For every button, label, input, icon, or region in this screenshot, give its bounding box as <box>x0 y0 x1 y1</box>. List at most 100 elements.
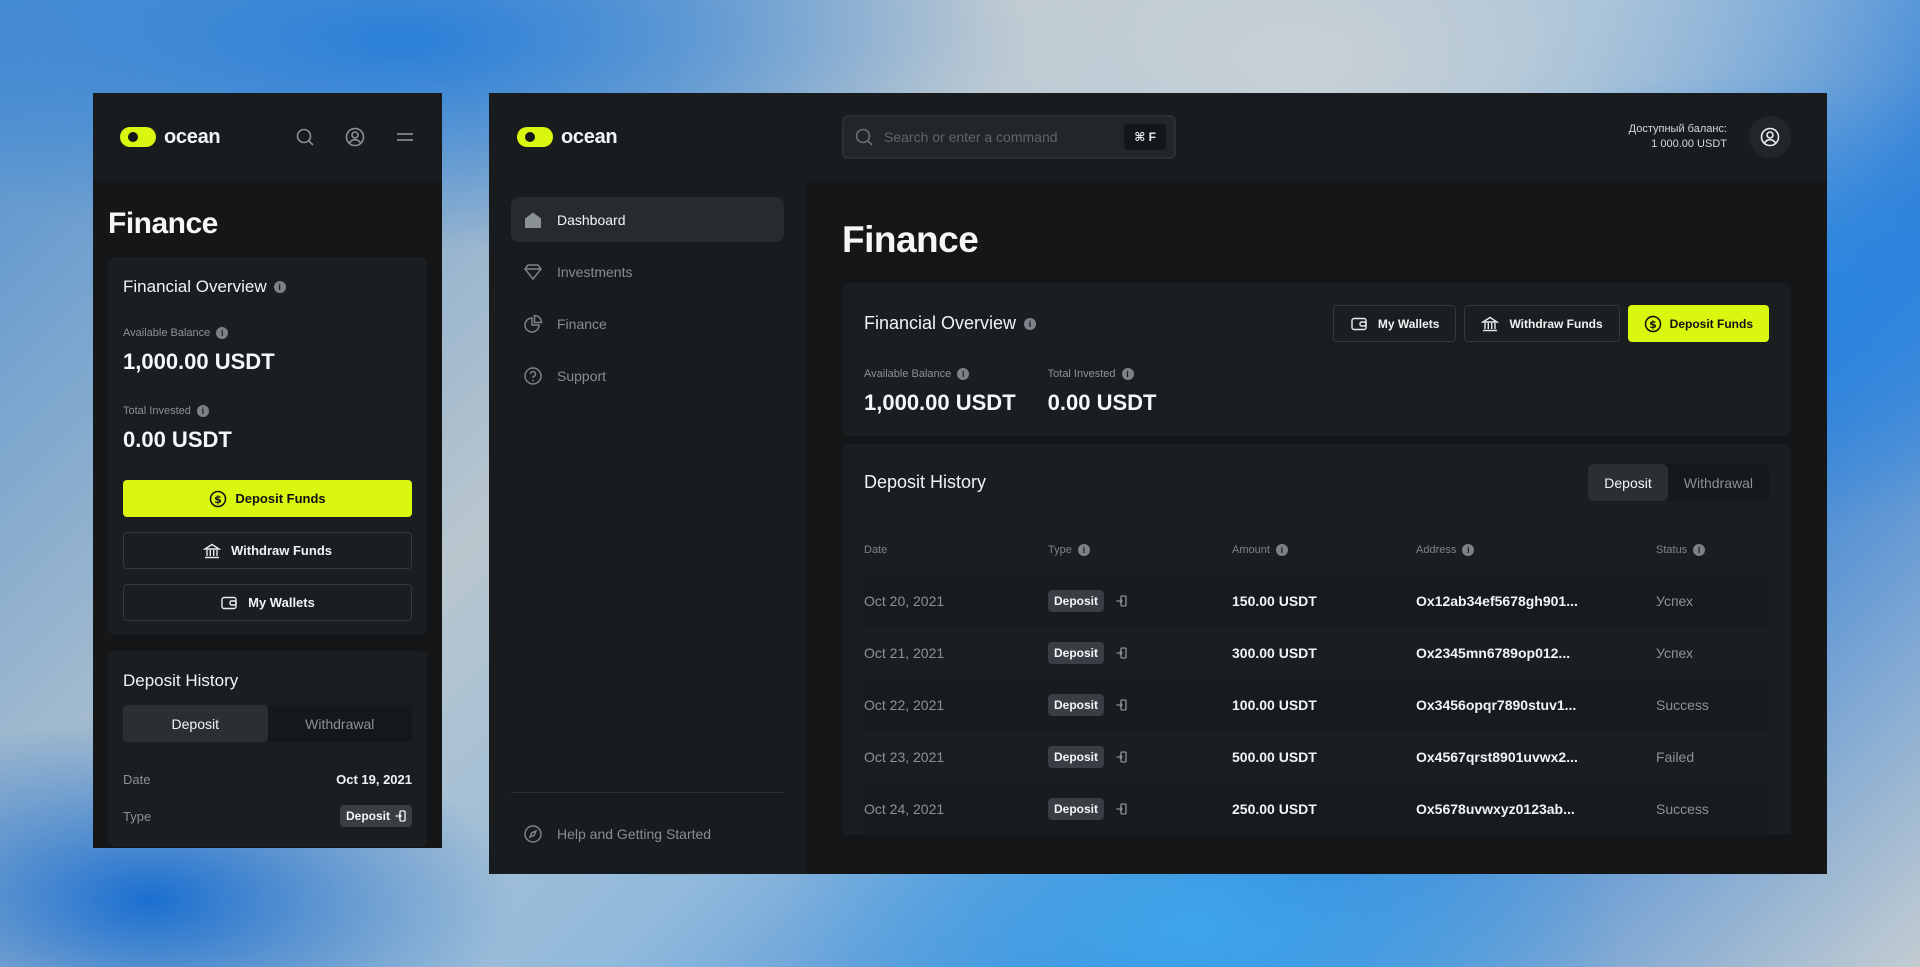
row-amount: 250.00 USDT <box>1232 783 1416 835</box>
search-input[interactable] <box>884 129 1115 145</box>
column-date[interactable]: Date <box>864 539 1048 575</box>
my-wallets-label: My Wallets <box>1377 316 1440 331</box>
info-icon[interactable]: i <box>216 327 229 339</box>
login-icon <box>395 810 406 822</box>
row-type: Deposit <box>1048 627 1232 679</box>
mobile-header: ocean <box>93 93 442 181</box>
tab-deposit[interactable]: Deposit <box>1588 464 1668 501</box>
column-address-label: Address <box>1416 544 1457 556</box>
info-icon[interactable]: i <box>1693 544 1706 556</box>
row-amount: 500.00 USDT <box>1232 749 1317 765</box>
row-type: Deposit <box>1048 679 1232 731</box>
row-type: Deposit <box>1048 731 1232 783</box>
column-amount[interactable]: Amount i <box>1232 539 1416 575</box>
available-balance-value: 1,000.00 USDT <box>864 390 1016 415</box>
topbar: ⌘ F Доступный баланс: 1 000.00 USDT <box>806 93 1827 181</box>
table-row[interactable]: Oct 23, 2021 Deposit 500.00 USDT Ox4567q… <box>864 731 1769 783</box>
column-address[interactable]: Address i <box>1416 539 1656 575</box>
overview-stats: Available Balance i 1,000.00 USDT Total … <box>864 368 1769 416</box>
info-icon[interactable]: i <box>1462 544 1475 556</box>
deposit-funds-button[interactable]: $ Deposit Funds <box>123 480 412 517</box>
compass-icon <box>523 824 543 844</box>
search-icon <box>854 127 874 147</box>
row-address: Ox2345mn6789op012... <box>1416 645 1571 661</box>
financial-overview-card: Financial Overview i Available Balance i… <box>108 257 427 635</box>
row-type: Deposit <box>1048 575 1232 627</box>
search-shortcut-badge: ⌘ F <box>1124 124 1166 150</box>
row-address: Ox3456opqr7890stuv1... <box>1416 679 1656 731</box>
type-badge-text: Deposit <box>1054 646 1099 660</box>
total-invested-label: Total Invested i <box>1048 368 1157 380</box>
column-status[interactable]: Status i <box>1656 539 1769 575</box>
tab-withdrawal[interactable]: Withdrawal <box>1668 464 1769 501</box>
sidebar-item-dashboard[interactable]: Dashboard <box>511 197 784 242</box>
user-icon[interactable] <box>345 127 365 147</box>
withdraw-funds-button[interactable]: Withdraw Funds <box>1464 305 1620 342</box>
deposit-funds-label: Deposit Funds <box>235 491 326 506</box>
row-status: Success <box>1656 783 1769 835</box>
info-icon[interactable]: i <box>957 368 970 380</box>
info-icon[interactable]: i <box>1077 544 1090 556</box>
logo[interactable]: ocean <box>120 126 221 149</box>
tab-deposit[interactable]: Deposit <box>123 705 268 742</box>
column-type[interactable]: Type i <box>1048 539 1232 575</box>
table-row[interactable]: Oct 24, 2021 Deposit 250.00 USDT Ox5678u… <box>864 783 1769 835</box>
login-icon <box>1116 751 1127 763</box>
withdraw-funds-label: Withdraw Funds <box>231 543 332 558</box>
sidebar-item-finance[interactable]: Finance <box>511 301 784 346</box>
sidebar-logo[interactable]: ocean <box>511 93 784 181</box>
withdraw-funds-button[interactable]: Withdraw Funds <box>123 532 412 569</box>
column-date-label: Date <box>864 544 888 556</box>
card-title-text: Financial Overview <box>864 313 1017 333</box>
my-wallets-label: My Wallets <box>248 595 315 610</box>
available-balance-header: Доступный баланс: 1 000.00 USDT <box>1629 122 1727 152</box>
search-icon[interactable] <box>295 127 315 147</box>
mobile-panel: ocean Finance Financial Overview i Avail… <box>93 93 442 848</box>
login-icon <box>1116 803 1127 815</box>
menu-icon[interactable] <box>395 127 415 147</box>
deposit-funds-button[interactable]: $ Deposit Funds <box>1627 305 1769 342</box>
info-icon[interactable]: i <box>1121 368 1134 380</box>
sidebar-item-label: Investments <box>557 263 633 280</box>
row-amount: 150.00 USDT <box>1232 575 1416 627</box>
type-label: Type <box>123 808 152 824</box>
table-row[interactable]: Oct 21, 2021 Deposit 300.00 USDT Ox2345m… <box>864 627 1769 679</box>
available-balance-stat: Available Balance i 1,000.00 USDT <box>864 368 1016 416</box>
table-row[interactable]: Oct 20, 2021 Deposit 150.00 USDT Ox12ab3… <box>864 575 1769 627</box>
row-date: Oct 24, 2021 <box>864 783 1048 835</box>
search-box[interactable]: ⌘ F <box>842 115 1176 159</box>
table-row[interactable]: Oct 22, 2021 Deposit 100.00 USDT Ox3456o… <box>864 679 1769 731</box>
deposit-history-table: Date Type i Amount i Address i Status i Oct … <box>864 539 1769 835</box>
sidebar-item-support[interactable]: Support <box>511 353 784 398</box>
available-balance-value: 1,000.00 USDT <box>123 349 275 374</box>
help-getting-started-link[interactable]: Help and Getting Started <box>511 792 784 874</box>
info-icon[interactable]: i <box>1024 317 1037 330</box>
sidebar-item-label: Support <box>557 367 607 384</box>
desktop-panel: ocean Dashboard Investments Finance Supp… <box>489 93 1827 874</box>
available-balance-label-text: Available Balance <box>864 368 952 380</box>
row-address: Ox4567qrst8901uvwx2... <box>1416 749 1578 765</box>
type-badge: Deposit <box>1048 694 1105 716</box>
date-label: Date <box>123 772 151 787</box>
type-badge-text: Deposit <box>345 809 390 823</box>
tab-withdrawal[interactable]: Withdrawal <box>268 705 413 742</box>
sidebar-item-investments[interactable]: Investments <box>511 249 784 294</box>
pie-chart-icon <box>523 314 543 334</box>
logo-mark-icon <box>517 127 553 147</box>
diamond-icon <box>523 262 543 282</box>
main-content: ⌘ F Доступный баланс: 1 000.00 USDT Fina… <box>806 93 1827 874</box>
row-status: Успех <box>1656 645 1694 661</box>
user-avatar-button[interactable] <box>1749 116 1791 158</box>
dollar-icon: $ <box>209 490 227 508</box>
my-wallets-button[interactable]: My Wallets <box>1332 305 1457 342</box>
type-badge: Deposit <box>1048 746 1105 768</box>
total-invested-label: Total Invested i <box>123 405 412 417</box>
type-badge-text: Deposit <box>1054 802 1099 816</box>
home-icon <box>523 210 543 230</box>
info-icon[interactable]: i <box>196 405 209 417</box>
my-wallets-button[interactable]: My Wallets <box>123 584 412 621</box>
info-icon[interactable]: i <box>273 281 286 293</box>
balance-label: Доступный баланс: <box>1628 123 1727 135</box>
row-address: Ox12ab34ef5678gh901... <box>1416 575 1656 627</box>
info-icon[interactable]: i <box>1275 544 1288 556</box>
